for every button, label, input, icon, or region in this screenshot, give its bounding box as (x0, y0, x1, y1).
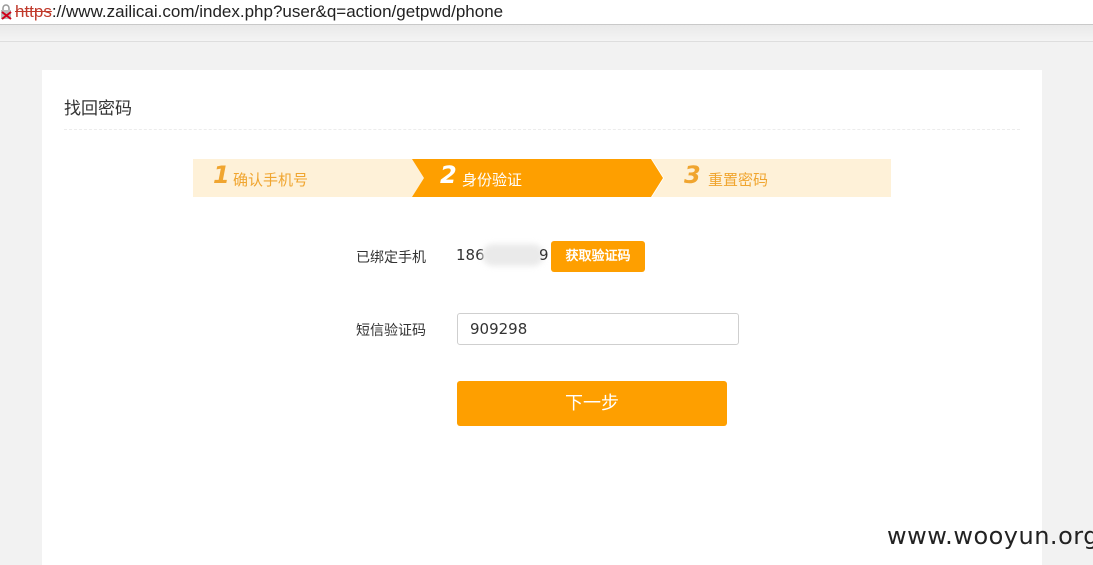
step-1-label: 确认手机号 (233, 171, 309, 189)
get-code-button[interactable]: 获取验证码 (551, 241, 645, 272)
sms-code-label: 短信验证码 (356, 323, 426, 339)
address-url[interactable]: https://www.zailicai.com/index.php?user&… (15, 0, 503, 24)
toolbar-separator (0, 25, 1093, 42)
step-3-label: 重置密码 (708, 171, 769, 189)
title-divider (64, 129, 1020, 130)
bound-phone-label: 已绑定手机 (356, 250, 426, 266)
page-title: 找回密码 (64, 99, 132, 119)
step-1: 1 确认手机号 (193, 159, 425, 197)
step-3: 3 重置密码 (652, 159, 891, 197)
step-1-number: 1 (213, 161, 230, 189)
watermark: www.wooyun.org (887, 522, 1093, 550)
phone-masked-digits (482, 244, 544, 266)
next-step-button[interactable]: 下一步 (457, 381, 727, 426)
phone-suffix: 9 (539, 246, 549, 264)
phone-prefix: 186 (456, 246, 485, 264)
sms-code-input[interactable] (457, 313, 739, 345)
insecure-lock-icon (1, 4, 12, 20)
step-2: 2 身份验证 (412, 159, 663, 197)
url-path: ://www.zailicai.com/index.php?user&q=act… (51, 2, 504, 21)
step-indicator: 1 确认手机号 2 身份验证 3 重置密码 (193, 159, 891, 197)
url-scheme: https (15, 2, 52, 21)
step-3-number: 3 (684, 161, 701, 189)
step-2-number: 2 (440, 161, 457, 189)
step-2-label: 身份验证 (462, 171, 523, 189)
password-recovery-card: 找回密码 1 确认手机号 2 身份验证 3 重置密码 已绑定手机 186 9 获… (42, 70, 1042, 565)
address-bar[interactable]: https://www.zailicai.com/index.php?user&… (0, 0, 1093, 25)
